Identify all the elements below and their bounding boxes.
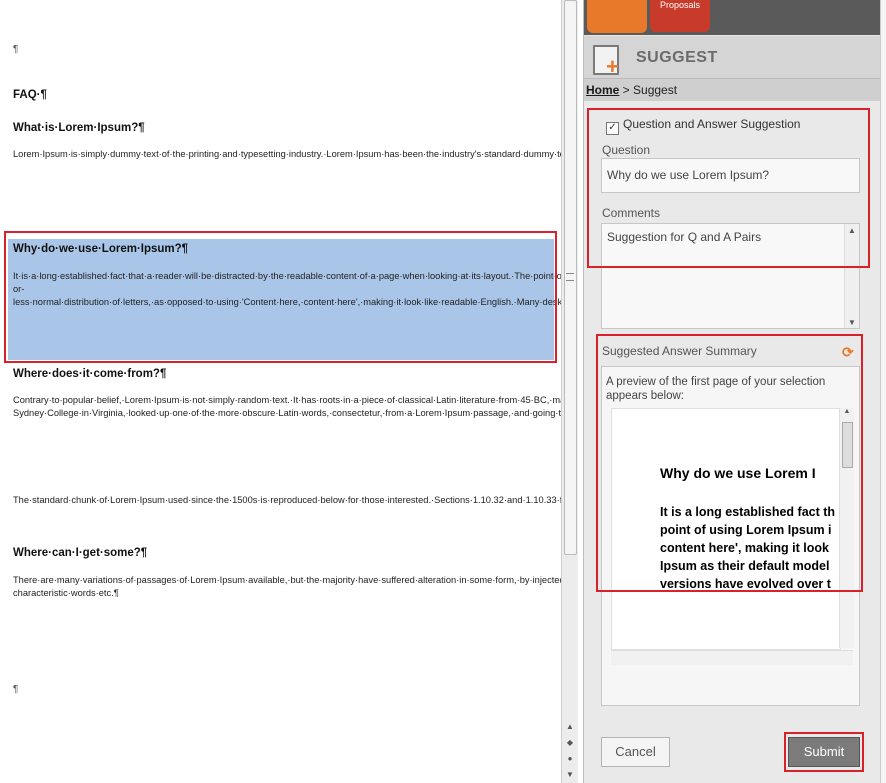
proposals-tile[interactable]: Proposals: [650, 0, 710, 32]
scroll-select-browse-icon[interactable]: ●: [565, 754, 575, 764]
document-pane[interactable]: ¶ FAQ·¶ What·is·Lorem·Ipsum?¶ Lorem·Ipsu…: [0, 0, 561, 783]
heading-where-from: Where·does·it·come·from?¶: [13, 368, 167, 380]
summary-highlight-box: [596, 334, 863, 592]
heading-faq: FAQ·¶: [13, 89, 47, 101]
paragraph-standard-chunk: The·standard·chunk·of·Lorem·Ipsum·used·s…: [13, 495, 561, 505]
panel-top-bar: Proposals: [584, 0, 881, 35]
panel-title: SUGGEST: [636, 49, 718, 66]
suggest-panel: Proposals + SUGGEST Home > Suggest ✓ Ques…: [583, 0, 881, 783]
preview-hscrollbar[interactable]: [611, 650, 853, 665]
proposals-tile-label: Proposals: [659, 0, 701, 10]
paragraph-what-is: Lorem·Ipsum·is·simply·dummy·text·of·the·…: [13, 149, 561, 159]
breadcrumb-home-link[interactable]: Home: [586, 83, 619, 97]
submit-highlight-box: [784, 732, 864, 772]
app-tile-orange[interactable]: [587, 0, 647, 33]
question-comments-highlight-box: [587, 108, 870, 268]
heading-where-get: Where·can·I·get·some?¶: [13, 547, 148, 559]
empty-paragraph-mark: ¶: [13, 44, 19, 55]
selection-highlight-box: [4, 231, 557, 363]
window-edge: [880, 0, 886, 783]
document-scrollbar[interactable]: ▲ ◆ ● ▼: [561, 0, 578, 783]
heading-what-is: What·is·Lorem·Ipsum?¶: [13, 122, 145, 134]
scroll-grip-icon: [566, 273, 574, 281]
scroll-up-arrow-icon[interactable]: ▲: [565, 722, 575, 732]
suggest-header: + SUGGEST: [584, 36, 881, 79]
paragraph-where-get: There·are·many·variations·of·passages·of…: [13, 575, 561, 598]
trailing-paragraph-mark: ¶: [13, 684, 19, 695]
breadcrumb-separator: >: [619, 83, 634, 97]
scroll-down-arrow-icon[interactable]: ▼: [565, 770, 575, 780]
add-plus-icon: +: [606, 54, 619, 79]
breadcrumb-current: Suggest: [633, 83, 678, 97]
scroll-page-up-icon[interactable]: ◆: [565, 738, 575, 748]
paragraph-where-from: Contrary·to·popular·belief,·Lorem·Ipsum·…: [13, 395, 561, 418]
breadcrumb: Home > Suggest: [584, 79, 881, 101]
cancel-button[interactable]: Cancel: [601, 737, 670, 767]
comments-scroll-down-icon[interactable]: ▼: [845, 318, 859, 327]
